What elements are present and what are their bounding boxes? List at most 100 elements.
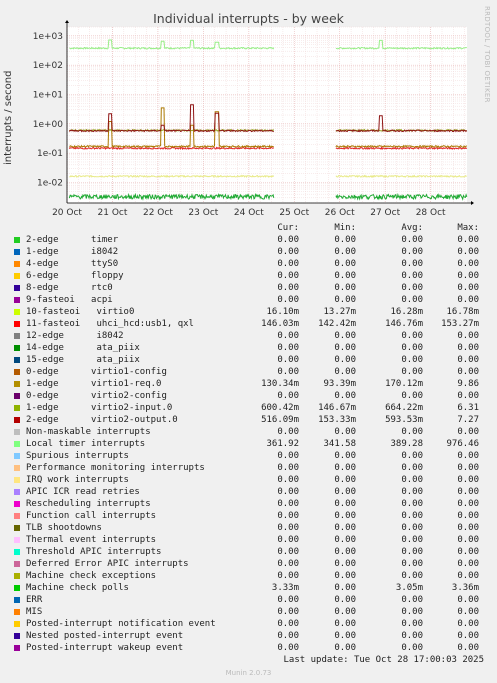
x-tick-label: 28 Oct [416, 208, 446, 218]
legend-cur-value: 0.00 [277, 619, 299, 629]
legend-swatch [14, 501, 20, 507]
legend-min-value: 13.27m [323, 307, 356, 317]
legend-label: Performance monitoring interrupts [26, 463, 205, 473]
interrupts-chart: 1e-02 1e-01 1e+00 1e+01 1e+02 1e+03 20 Oct 21 O… [33, 20, 474, 218]
legend-min-value: 0.00 [334, 475, 356, 485]
legend-min-value: 0.00 [334, 343, 356, 353]
legend-row: 0-edge virtio2-config 0.00 0.00 0.00 0.00 [0, 390, 497, 402]
legend-max-value: 0.00 [457, 283, 479, 293]
legend-row: 12-edge i8042 0.00 0.00 0.00 0.00 [0, 330, 497, 342]
legend-avg-value: 0.00 [401, 343, 423, 353]
legend-label: Function call interrupts [26, 511, 157, 521]
y-tick-label: 1e+01 [33, 90, 63, 100]
legend-max-value: 0.00 [457, 571, 479, 581]
legend-max-value: 0.00 [457, 343, 479, 353]
legend-min-value: 0.00 [334, 295, 356, 305]
legend-min-value: 153.33m [318, 415, 356, 425]
legend-label: 2-edge timer [26, 235, 119, 245]
legend-label: 14-edge ata_piix [26, 343, 140, 353]
legend-swatch [14, 417, 20, 423]
legend-avg-value: 0.00 [401, 427, 423, 437]
legend-label: Deferred Error APIC interrupts [26, 559, 189, 569]
legend-label: 0-edge virtio1-config [26, 367, 167, 377]
legend-swatch [14, 285, 20, 291]
legend-max-value: 0.00 [457, 643, 479, 653]
legend-min-value: 0.00 [334, 271, 356, 281]
legend-swatch [14, 381, 20, 387]
legend-row: 10-fasteoi virtio0 16.10m 13.27m 16.28m 16.7… [0, 306, 497, 318]
legend-label: 2-edge virtio2-output.0 [26, 415, 178, 425]
legend-min-value: 0.00 [334, 487, 356, 497]
legend-cur-value: 0.00 [277, 367, 299, 377]
legend-label: Machine check polls [26, 583, 129, 593]
legend-label: 9-fasteoi acpi [26, 295, 113, 305]
legend-row: TLB shootdowns 0.00 0.00 0.00 0.00 [0, 522, 497, 534]
legend-avg-value: 0.00 [401, 283, 423, 293]
legend-avg-value: 0.00 [401, 619, 423, 629]
legend-min-value: 0.00 [334, 511, 356, 521]
legend-cur-value: 0.00 [277, 511, 299, 521]
legend-swatch [14, 561, 20, 567]
legend-avg-value: 0.00 [401, 355, 423, 365]
legend-avg-value: 0.00 [401, 523, 423, 533]
legend-row: Threshold APIC interrupts 0.00 0.00 0.00 0.0… [0, 546, 497, 558]
legend-label: Local timer interrupts [26, 439, 146, 449]
legend-max-value: 0.00 [457, 631, 479, 641]
legend-min-value: 0.00 [334, 631, 356, 641]
legend-cur-value: 0.00 [277, 607, 299, 617]
legend-min-value: 0.00 [334, 523, 356, 533]
legend-max-value: 0.00 [457, 595, 479, 605]
legend-min-value: 0.00 [334, 283, 356, 293]
legend-swatch [14, 273, 20, 279]
legend-avg-value: 0.00 [401, 499, 423, 509]
legend-label: TLB shootdowns [26, 523, 102, 533]
legend-min-value: 0.00 [334, 259, 356, 269]
legend-avg-value: 593.53m [385, 415, 423, 425]
legend-cur-value: 0.00 [277, 631, 299, 641]
legend-row: Nested posted-interrupt event 0.00 0.00 0.0… [0, 630, 497, 642]
legend-swatch [14, 297, 20, 303]
legend-row: 15-edge ata_piix 0.00 0.00 0.00 0.00 [0, 354, 497, 366]
legend-max-value: 7.27 [457, 415, 479, 425]
legend-avg-value: 0.00 [401, 547, 423, 557]
legend-max-value: 0.00 [457, 607, 479, 617]
legend-swatch [14, 597, 20, 603]
legend-max-value: 6.31 [457, 403, 479, 413]
legend-swatch [14, 321, 20, 327]
legend-label: 6-edge floppy [26, 271, 124, 281]
legend-min-value: 142.42m [318, 319, 356, 329]
legend-swatch [14, 345, 20, 351]
legend-cur-value: 0.00 [277, 463, 299, 473]
legend-label: APIC ICR read retries [26, 487, 140, 497]
legend-label: 1-edge virtio1-req.0 [26, 379, 162, 389]
legend-max-value: 0.00 [457, 559, 479, 569]
legend-avg-value: 0.00 [401, 391, 423, 401]
legend-row: Machine check exceptions 0.00 0.00 0.00 0.00 [0, 570, 497, 582]
legend-max-value: 0.00 [457, 451, 479, 461]
legend-min-value: 0.00 [334, 391, 356, 401]
legend-swatch [14, 261, 20, 267]
legend-cur-value: 0.00 [277, 559, 299, 569]
legend-row: Machine check polls 3.33m 0.00 3.05m 3.36m [0, 582, 497, 594]
legend-row: 9-fasteoi acpi 0.00 0.00 0.00 0.00 [0, 294, 497, 306]
legend-row: 2-edge virtio2-output.0 516.09m 153.33m 593… [0, 414, 497, 426]
legend-min-value: 0.00 [334, 571, 356, 581]
legend-row: 2-edge timer 0.00 0.00 0.00 0.00 [0, 234, 497, 246]
x-tick-label: 21 Oct [98, 208, 128, 218]
legend-cur-value: 0.00 [277, 247, 299, 257]
legend-avg-value: 0.00 [401, 487, 423, 497]
legend-swatch [14, 429, 20, 435]
legend-max-value: 0.00 [457, 475, 479, 485]
legend-label: Posted-interrupt notification event [26, 619, 216, 629]
legend-max-value: 3.36m [451, 583, 479, 593]
legend-swatch [14, 633, 20, 639]
legend-row: 0-edge virtio1-config 0.00 0.00 0.00 0.00 [0, 366, 497, 378]
legend-row: MIS 0.00 0.00 0.00 0.00 [0, 606, 497, 618]
legend-row: Rescheduling interrupts 0.00 0.00 0.00 0.00 [0, 498, 497, 510]
legend-label: 10-fasteoi virtio0 [26, 307, 135, 317]
legend-avg-value: 0.00 [401, 331, 423, 341]
legend-cur-value: 516.09m [261, 415, 299, 425]
legend-swatch [14, 309, 20, 315]
legend-swatch [14, 357, 20, 363]
legend-avg-value: 664.22m [385, 403, 423, 413]
